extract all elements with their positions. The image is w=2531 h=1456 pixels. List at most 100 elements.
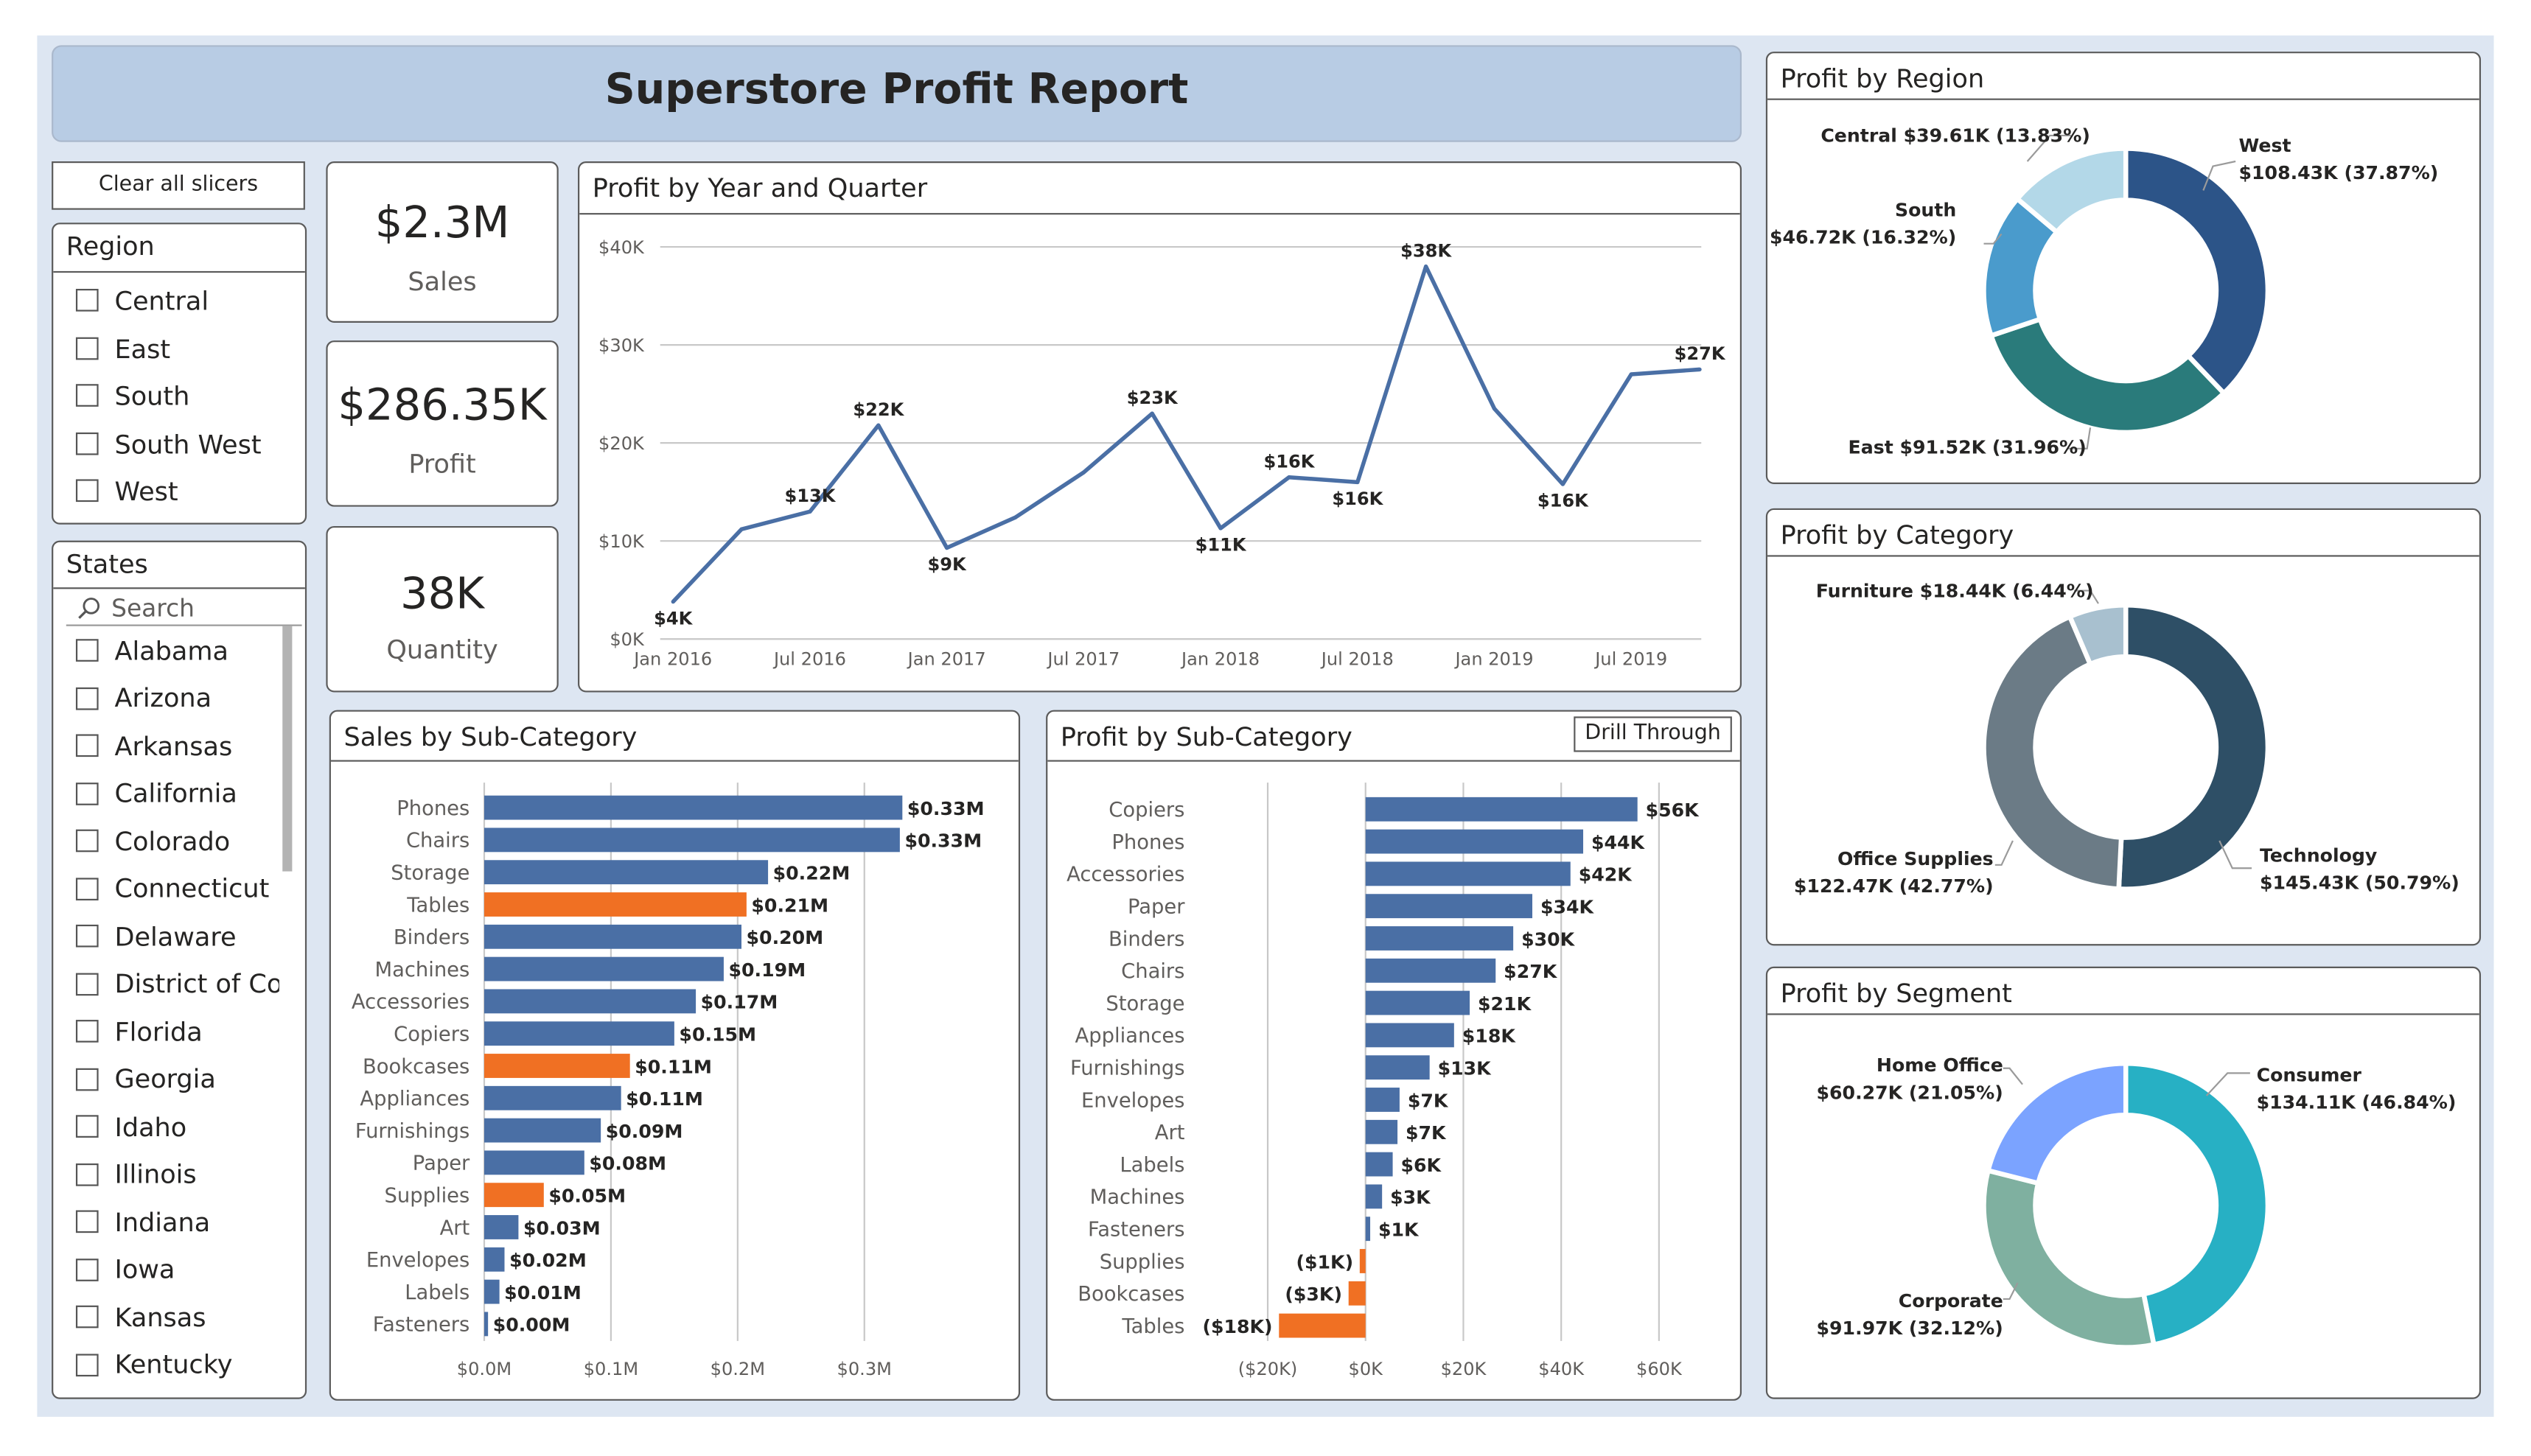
profit-bar[interactable] bbox=[1365, 1184, 1383, 1209]
region-option-south[interactable]: South bbox=[75, 377, 189, 413]
state-option[interactable]: District of Co... bbox=[75, 966, 279, 1001]
sales-bar[interactable] bbox=[484, 1085, 621, 1110]
sales-bar[interactable] bbox=[484, 827, 900, 853]
sales-bar[interactable] bbox=[484, 956, 724, 981]
data-label: ($18K) bbox=[1202, 1316, 1272, 1337]
profit-bar[interactable] bbox=[1365, 1152, 1393, 1177]
state-option[interactable]: Indiana bbox=[75, 1204, 210, 1239]
data-label: $0.09M bbox=[606, 1121, 683, 1142]
checkbox-icon[interactable] bbox=[75, 972, 99, 995]
sales-bar[interactable] bbox=[484, 1279, 500, 1304]
sales-bar[interactable] bbox=[484, 1054, 630, 1078]
region-option-east[interactable]: East bbox=[75, 331, 170, 366]
checkbox-icon[interactable] bbox=[75, 1020, 99, 1043]
data-label: $9K bbox=[928, 554, 968, 575]
profit-bar[interactable] bbox=[1365, 797, 1638, 822]
category-label: Phones bbox=[397, 797, 469, 820]
sales-bar[interactable] bbox=[484, 924, 741, 949]
checkbox-icon[interactable] bbox=[75, 829, 99, 853]
region-slicer-title: Region bbox=[66, 231, 155, 262]
donut-slice[interactable] bbox=[2116, 602, 2271, 892]
data-point bbox=[1697, 367, 1702, 372]
profit-bar[interactable] bbox=[1365, 1217, 1371, 1242]
checkbox-icon[interactable] bbox=[75, 384, 99, 407]
checkbox-icon[interactable] bbox=[75, 1162, 99, 1186]
profit-bar[interactable] bbox=[1365, 1055, 1430, 1080]
category-label: Art bbox=[440, 1217, 470, 1239]
checkbox-icon[interactable] bbox=[75, 289, 99, 312]
region-option-central[interactable]: Central bbox=[75, 282, 209, 318]
profit-bar[interactable] bbox=[1279, 1313, 1366, 1338]
state-option[interactable]: Florida bbox=[75, 1013, 203, 1049]
sales-bar[interactable] bbox=[484, 1183, 544, 1208]
checkbox-icon[interactable] bbox=[75, 877, 99, 900]
clear-slicers-button[interactable]: Clear all slicers bbox=[52, 161, 305, 210]
checkbox-icon[interactable] bbox=[75, 1258, 99, 1281]
profit-bar[interactable] bbox=[1365, 1088, 1400, 1112]
sales-bar[interactable] bbox=[484, 1150, 584, 1175]
checkbox-icon[interactable] bbox=[75, 479, 99, 503]
donut-slice[interactable] bbox=[1981, 1167, 2157, 1350]
donut-slice[interactable] bbox=[2123, 146, 2271, 397]
sales-bar[interactable] bbox=[484, 860, 769, 885]
sales-bar[interactable] bbox=[484, 989, 697, 1014]
state-option[interactable]: Alabama bbox=[75, 632, 228, 668]
sales-bar[interactable] bbox=[484, 892, 747, 917]
checkbox-icon[interactable] bbox=[75, 924, 99, 948]
checkbox-icon[interactable] bbox=[75, 1353, 99, 1376]
state-option[interactable]: Georgia bbox=[75, 1061, 216, 1096]
profit-bar[interactable] bbox=[1365, 894, 1533, 919]
state-option[interactable]: Iowa bbox=[75, 1251, 175, 1287]
sales-bar[interactable] bbox=[484, 1021, 674, 1046]
profit-bar[interactable] bbox=[1365, 861, 1571, 886]
profit-bar[interactable] bbox=[1348, 1281, 1366, 1306]
checkbox-icon[interactable] bbox=[75, 639, 99, 662]
profit-bar[interactable] bbox=[1365, 958, 1496, 983]
state-option-label: Georgia bbox=[114, 1063, 216, 1094]
states-search-box[interactable]: Search bbox=[66, 592, 302, 626]
y-tick-label: $0K bbox=[610, 629, 645, 650]
donut-slice[interactable] bbox=[1988, 316, 2227, 435]
sales-bar[interactable] bbox=[484, 1247, 505, 1272]
region-option-south-west[interactable]: South West bbox=[75, 426, 262, 461]
state-option[interactable]: Illinois bbox=[75, 1156, 197, 1191]
state-option[interactable]: Arizona bbox=[75, 680, 212, 715]
states-scrollbar[interactable] bbox=[282, 626, 293, 872]
checkbox-icon[interactable] bbox=[75, 337, 99, 360]
checkbox-icon[interactable] bbox=[75, 432, 99, 455]
profit-bar[interactable] bbox=[1365, 1119, 1398, 1144]
state-option[interactable]: Connecticut bbox=[75, 871, 269, 906]
sales-bar[interactable] bbox=[484, 1215, 519, 1239]
slice-label: Corporate $91.97K (32.12%) bbox=[1817, 1290, 2003, 1339]
kpi-card-sales: $2.3M Sales bbox=[326, 161, 559, 323]
state-option[interactable]: Kansas bbox=[75, 1299, 206, 1334]
checkbox-icon[interactable] bbox=[75, 1305, 99, 1329]
profit-bar[interactable] bbox=[1359, 1249, 1366, 1273]
data-label: $0.33M bbox=[904, 830, 982, 852]
checkbox-icon[interactable] bbox=[75, 686, 99, 710]
checkbox-icon[interactable] bbox=[75, 782, 99, 805]
region-option-label: Central bbox=[114, 284, 209, 316]
state-option[interactable]: California bbox=[75, 775, 237, 811]
region-option-west[interactable]: West bbox=[75, 473, 178, 508]
sales-by-subcategory-card: Sales by Sub-Category $0.0M $0.1M $0.2M $0.… bbox=[329, 710, 1021, 1401]
profit-bar[interactable] bbox=[1365, 829, 1584, 854]
state-option[interactable]: Idaho bbox=[75, 1109, 186, 1144]
checkbox-icon[interactable] bbox=[75, 1115, 99, 1138]
checkbox-icon[interactable] bbox=[75, 734, 99, 757]
profit-bar[interactable] bbox=[1365, 1023, 1454, 1048]
state-option[interactable]: Colorado bbox=[75, 823, 230, 858]
donut-slice[interactable] bbox=[1985, 1060, 2129, 1186]
checkbox-icon[interactable] bbox=[75, 1210, 99, 1233]
sales-bar[interactable] bbox=[484, 1312, 489, 1337]
sales-bar[interactable] bbox=[484, 1118, 601, 1143]
state-option[interactable]: Arkansas bbox=[75, 728, 232, 763]
sales-bar[interactable] bbox=[484, 795, 903, 820]
checkbox-icon[interactable] bbox=[75, 1067, 99, 1091]
profit-bar[interactable] bbox=[1365, 926, 1514, 951]
state-option[interactable]: Delaware bbox=[75, 918, 237, 953]
state-option[interactable]: Kentucky bbox=[75, 1347, 233, 1382]
profit-bar[interactable] bbox=[1365, 990, 1470, 1015]
slice-label: Home Office $60.27K (21.05%) bbox=[1817, 1054, 2003, 1103]
category-label: Fasteners bbox=[373, 1314, 469, 1337]
